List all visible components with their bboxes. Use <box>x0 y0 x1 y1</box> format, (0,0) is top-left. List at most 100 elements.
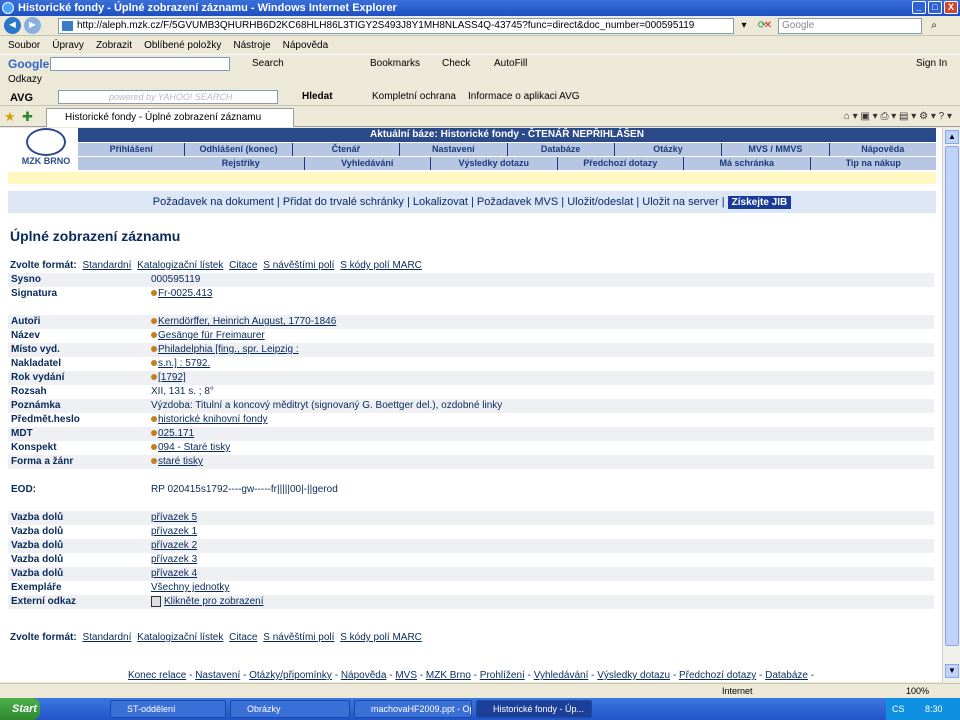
format-citace[interactable]: Citace <box>229 632 257 643</box>
nav-ma-schranka[interactable]: Má schránka <box>684 157 811 170</box>
vertical-scrollbar[interactable]: ▲ ▼ <box>942 128 960 682</box>
scroll-thumb[interactable] <box>945 146 959 646</box>
nav-otazky[interactable]: Otázky <box>615 143 723 156</box>
bookmarks-button[interactable]: Bookmarks <box>370 55 420 73</box>
action-lokalizovat[interactable]: Lokalizovat <box>413 196 468 208</box>
hledat-button[interactable]: Hledat <box>302 88 333 106</box>
format-marc[interactable]: S kódy polí MARC <box>340 632 422 643</box>
nav-vysledky-dotazu[interactable]: Výsledky dotazu <box>431 157 558 170</box>
nav-ctenar[interactable]: Čtenář <box>293 143 401 156</box>
maximize-button[interactable]: □ <box>928 1 942 14</box>
record-link[interactable]: Kerndörffer, Heinrich August, 1770-1846 <box>158 316 336 327</box>
footer-link[interactable]: Databáze <box>765 670 808 681</box>
nav-tip-na-nakup[interactable]: Tip na nákup <box>811 157 937 170</box>
record-link[interactable]: přívazek 5 <box>151 512 197 523</box>
task-powerpoint[interactable]: machovaHF2009.ppt - Op... <box>354 700 472 718</box>
stop-icon[interactable]: ✕ <box>760 18 776 34</box>
google-search-button[interactable]: Search <box>252 55 284 73</box>
nav-databaze[interactable]: Databáze <box>508 143 615 156</box>
record-link[interactable]: přívazek 4 <box>151 568 197 579</box>
avg-search-input[interactable]: powered by YAHOO! SEARCH <box>58 90 278 104</box>
search-icon[interactable]: ⌕ <box>926 18 942 34</box>
close-button[interactable]: X <box>944 1 958 14</box>
format-citace[interactable]: Citace <box>229 260 257 271</box>
menu-soubor[interactable]: Soubor <box>8 37 40 54</box>
nav-predchozi-dotazy[interactable]: Předchozí dotazy <box>558 157 684 170</box>
record-link[interactable]: [1792] <box>158 372 186 383</box>
menu-oblibene[interactable]: Oblíbené položky <box>144 37 221 54</box>
record-link[interactable]: Gesänge für Freimaurer <box>158 330 265 341</box>
nav-mvs[interactable]: MVS / MMVS <box>722 143 830 156</box>
record-link[interactable]: s.n.] : 5792. <box>158 358 210 369</box>
format-marc[interactable]: S kódy polí MARC <box>340 260 422 271</box>
forward-button[interactable]: ► <box>24 17 41 34</box>
action-pozadavek[interactable]: Požadavek na dokument <box>153 196 274 208</box>
footer-link[interactable]: MZK Brno <box>426 670 471 681</box>
footer-link[interactable]: Výsledky dotazu <box>597 670 670 681</box>
menu-zobrazit[interactable]: Zobrazit <box>96 37 132 54</box>
minimize-button[interactable]: _ <box>912 1 926 14</box>
signin-button[interactable]: Sign In <box>916 55 947 73</box>
menu-nastroje[interactable]: Nástroje <box>233 37 270 54</box>
nav-rejstriky[interactable]: Rejstříky <box>178 157 305 170</box>
scroll-up-icon[interactable]: ▲ <box>945 130 959 144</box>
dropdown-arrow-icon[interactable]: ▾ <box>736 18 752 34</box>
document-icon[interactable] <box>151 595 161 607</box>
kompletni-ochrana-button[interactable]: Kompletní ochrana <box>372 88 456 106</box>
format-katalogizacni[interactable]: Katalogizační lístek <box>137 260 223 271</box>
action-pridat[interactable]: Přidat do trvalé schránky <box>283 196 404 208</box>
footer-link[interactable]: Předchozí dotazy <box>679 670 756 681</box>
format-standardni[interactable]: Standardní <box>82 260 131 271</box>
footer-link[interactable]: Nápověda <box>341 670 387 681</box>
nav-vyhledavani[interactable]: Vyhledávání <box>305 157 431 170</box>
record-link[interactable]: Philadelphia [fing., spr. Leipzig : <box>158 344 299 355</box>
google-search-input[interactable] <box>50 57 230 71</box>
scroll-down-icon[interactable]: ▼ <box>945 664 959 678</box>
footer-link[interactable]: Konec relace <box>128 670 186 681</box>
mzk-logo[interactable]: MZK BRNO <box>14 128 78 172</box>
action-ulozit-odeslat[interactable]: Uložit/odeslat <box>567 196 633 208</box>
record-link[interactable]: Klikněte pro zobrazení <box>164 596 264 607</box>
tab-historicke-fondy[interactable]: Historické fondy - Úplné zobrazení zázna… <box>46 108 294 127</box>
action-ulozit-server[interactable]: Uložit na server <box>642 196 718 208</box>
zoom-level[interactable]: 100% <box>906 684 929 699</box>
footer-link[interactable]: Nastavení <box>195 670 240 681</box>
format-katalogizacni[interactable]: Katalogizační lístek <box>137 632 223 643</box>
footer-link[interactable]: MVS <box>395 670 417 681</box>
task-ie[interactable]: Historické fondy - Úp... <box>476 700 592 718</box>
record-link[interactable]: přívazek 3 <box>151 554 197 565</box>
check-button[interactable]: Check <box>442 55 470 73</box>
nav-nastaveni[interactable]: Nastavení <box>400 143 508 156</box>
record-link[interactable]: Fr-0025.413 <box>158 288 212 299</box>
record-link[interactable]: Všechny jednotky <box>151 582 229 593</box>
nav-odhlaseni[interactable]: Odhlášení (konec) <box>185 143 293 156</box>
command-bar-icons[interactable]: ⌂ ▾ ▣ ▾ ⎙ ▾ ▤ ▾ ⚙ ▾ ? ▾ <box>844 109 952 125</box>
record-link[interactable]: přívazek 2 <box>151 540 197 551</box>
task-obrazky[interactable]: Obrázky <box>230 700 350 718</box>
search-input[interactable]: Google <box>778 18 922 34</box>
format-standardni[interactable]: Standardní <box>82 632 131 643</box>
language-indicator[interactable]: CS <box>892 704 905 714</box>
links-bar[interactable]: Odkazy <box>0 73 960 87</box>
action-mvs[interactable]: Požadavek MVS <box>477 196 558 208</box>
nav-napoveda[interactable]: Nápověda <box>830 143 936 156</box>
record-link[interactable]: historické knihovní fondy <box>158 414 268 425</box>
record-link[interactable]: staré tisky <box>158 456 203 467</box>
footer-link[interactable]: Otázky/připomínky <box>249 670 332 681</box>
footer-link[interactable]: Prohlížení <box>480 670 525 681</box>
task-st-oddeleni[interactable]: ST-oddělení <box>110 700 226 718</box>
footer-link[interactable]: Vyhledávání <box>534 670 589 681</box>
nav-prihlaseni[interactable]: Přihlášení <box>78 143 186 156</box>
address-input[interactable]: http://aleph.mzk.cz/F/5GVUMB3QHURHB6D2KC… <box>58 18 734 34</box>
add-favorites-icon[interactable]: ✚ <box>22 109 33 125</box>
back-button[interactable]: ◄ <box>4 17 21 34</box>
start-button[interactable]: Start <box>0 698 40 720</box>
menu-napoveda[interactable]: Nápověda <box>283 37 329 54</box>
favorites-star-icon[interactable]: ★ <box>4 109 16 125</box>
autofill-button[interactable]: AutoFill <box>494 55 527 73</box>
record-link[interactable]: 025.171 <box>158 428 194 439</box>
format-navestimi[interactable]: S návěštími polí <box>263 632 334 643</box>
format-navestimi[interactable]: S návěštími polí <box>263 260 334 271</box>
record-link[interactable]: přívazek 1 <box>151 526 197 537</box>
menu-upravy[interactable]: Úpravy <box>52 37 84 54</box>
